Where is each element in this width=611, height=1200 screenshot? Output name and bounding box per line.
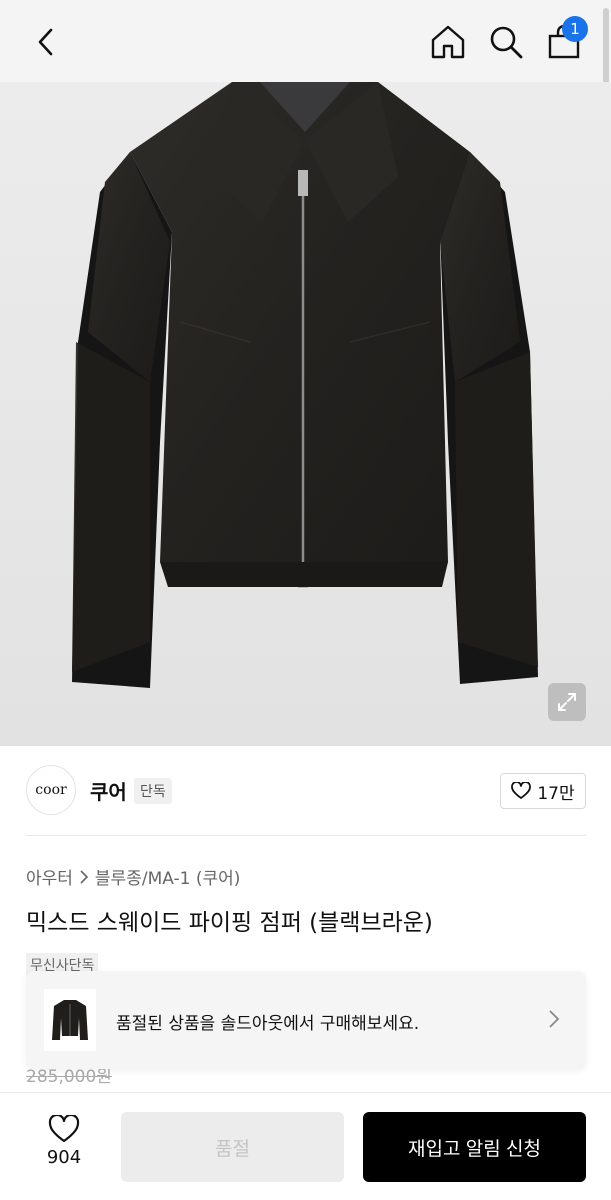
heart-icon: [511, 782, 532, 799]
wishlist-count: 904: [46, 1147, 82, 1168]
brand-row: coor 쿠어 단독 17만: [0, 746, 611, 836]
wishlist-button[interactable]: 904: [24, 1115, 104, 1175]
chevron-left-icon: [38, 28, 53, 56]
home-button[interactable]: [426, 20, 470, 64]
cart-button[interactable]: 1: [540, 16, 588, 64]
expand-icon: [558, 693, 576, 711]
home-icon: [431, 25, 465, 59]
cart-count-badge: 1: [562, 16, 588, 42]
brand-logo[interactable]: coor: [26, 765, 76, 815]
jacket-photo: [72, 82, 538, 688]
chevron-right-icon: [80, 869, 89, 884]
product-title: 믹스드 스웨이드 파이핑 점퍼 (블랙브라운): [26, 910, 433, 936]
breadcrumb-subcategory[interactable]: 블루종/MA-1 (쿠어): [95, 864, 240, 889]
expand-image-button[interactable]: [548, 683, 586, 721]
restock-alert-button[interactable]: 재입고 알림 신청: [363, 1112, 586, 1182]
search-icon: [490, 26, 523, 59]
divider: [26, 835, 586, 836]
heart-icon: [48, 1115, 80, 1143]
scrollbar[interactable]: [603, 8, 609, 88]
brand-like-button[interactable]: 17만: [500, 773, 586, 809]
brand-like-count: 17만: [537, 783, 575, 804]
top-header: 1: [0, 0, 611, 88]
soldout-button[interactable]: 품절: [121, 1112, 344, 1182]
soldout-promo-banner[interactable]: 품절된 상품을 솔드아웃에서 구매해보세요.: [26, 971, 586, 1069]
chevron-right-icon: [549, 1010, 560, 1028]
back-button[interactable]: [26, 20, 66, 64]
banner-product-thumbnail: [44, 989, 96, 1051]
breadcrumb: 아우터 블루종/MA-1 (쿠어): [26, 864, 240, 889]
bottom-action-bar: 904 품절 재입고 알림 신청: [0, 1092, 611, 1200]
breadcrumb-category[interactable]: 아우터: [26, 864, 73, 889]
product-image[interactable]: [0, 82, 611, 746]
brand-name[interactable]: 쿠어: [90, 776, 127, 805]
banner-text: 품절된 상품을 솔드아웃에서 구매해보세요.: [116, 1014, 420, 1034]
brand-exclusive-tag: 단독: [134, 778, 172, 804]
search-button[interactable]: [484, 20, 528, 64]
